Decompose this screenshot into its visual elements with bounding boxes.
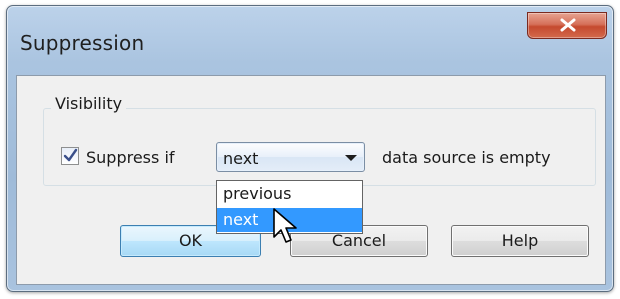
suppression-dialog: Suppression Visibility Suppress if next … [6,5,614,292]
mouse-pointer-icon [273,208,297,243]
option-previous[interactable]: previous [217,182,362,206]
data-source-empty-label: data source is empty [382,148,551,167]
suppress-condition-select[interactable]: next [216,142,365,172]
suppress-if-label[interactable]: Suppress if [86,148,175,167]
help-button[interactable]: Help [451,225,589,257]
visibility-group-label: Visibility [51,94,127,113]
close-icon [560,18,576,32]
select-value: next [223,149,259,168]
dialog-content: Visibility Suppress if next data source … [16,75,606,285]
window-title: Suppression [20,31,145,55]
chevron-down-icon [345,155,357,161]
check-icon [63,148,78,162]
suppress-checkbox[interactable] [61,147,79,165]
close-button[interactable] [527,12,607,39]
